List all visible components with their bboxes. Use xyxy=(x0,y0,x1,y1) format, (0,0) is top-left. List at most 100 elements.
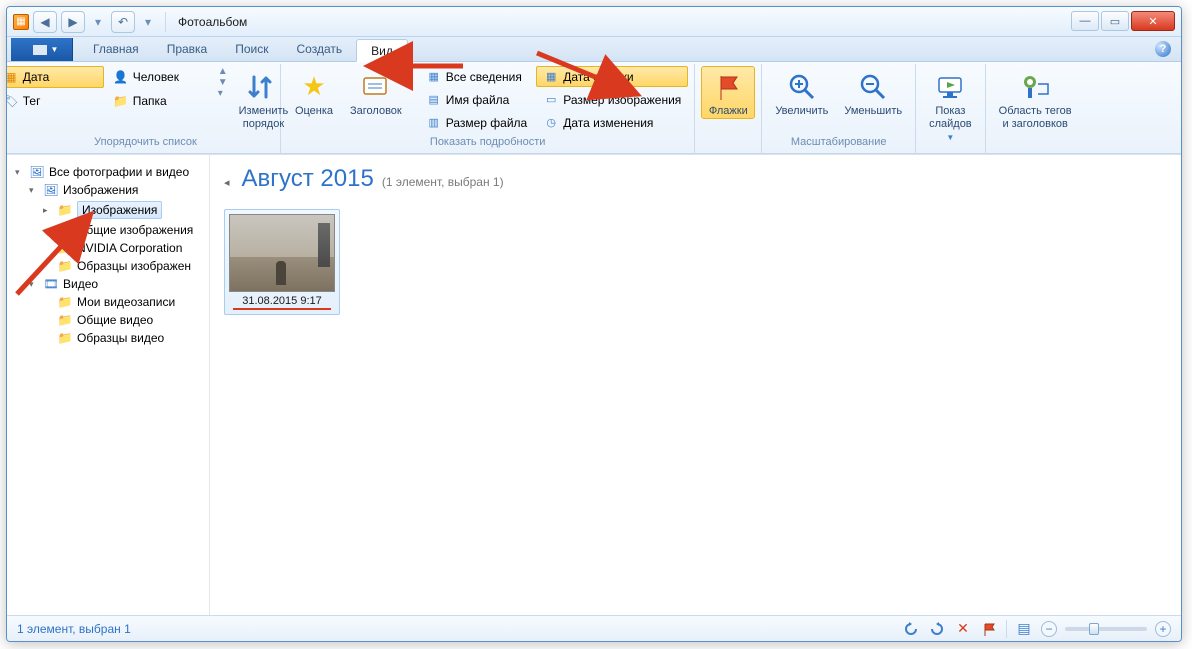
tree-images-sub[interactable]: ▸ 📁 Изображения xyxy=(15,199,209,221)
detail-filename[interactable]: ▤ Имя файла xyxy=(419,89,535,110)
zoom-in-button[interactable]: Увеличить xyxy=(768,66,835,119)
folder-icon: 📁 xyxy=(57,203,73,217)
tree-root-label: Все фотографии и видео xyxy=(49,165,189,179)
expand-icon: ▸ xyxy=(43,205,53,216)
gallery-icon: 🖼 xyxy=(29,165,45,179)
zoom-out-label: Уменьшить xyxy=(844,105,902,118)
detail-filesize-label: Размер файла xyxy=(446,116,528,130)
slideshow-button[interactable]: Показ слайдов ▼ xyxy=(922,66,979,144)
tab-edit[interactable]: Правка xyxy=(153,38,222,61)
zoom-out-small[interactable]: − xyxy=(1041,621,1057,637)
detail-image-size[interactable]: ▭ Размер изображения xyxy=(536,89,688,110)
rotate-right-button[interactable] xyxy=(928,620,946,638)
tag-area-label: Область тегов и заголовков xyxy=(999,105,1072,131)
tab-search[interactable]: Поиск xyxy=(221,38,282,61)
tag-area-button[interactable]: Область тегов и заголовков xyxy=(992,66,1079,132)
detail-all-info[interactable]: ▦ Все сведения xyxy=(419,66,535,87)
detail-datemod-label: Дата изменения xyxy=(563,116,653,130)
maximize-button[interactable]: ▭ xyxy=(1101,11,1129,31)
collapse-group-icon[interactable]: ◂ xyxy=(224,176,230,189)
detail-filesize[interactable]: ▥ Размер файла xyxy=(419,112,535,133)
tree-images[interactable]: ▾ 🖼 Изображения xyxy=(15,181,209,199)
grid-icon: ▦ xyxy=(426,69,442,85)
tree-shared-video[interactable]: 📁 Общие видео xyxy=(15,311,209,329)
file-icon: ▤ xyxy=(426,92,442,108)
tree-sample-images[interactable]: 📁 Образцы изображен xyxy=(15,257,209,275)
file-menu-button[interactable]: ▼ xyxy=(11,38,73,61)
arrange-by-date[interactable]: ▦ Дата xyxy=(6,66,104,88)
nav-back-button[interactable]: ◀ xyxy=(33,11,57,33)
folder-icon: 📁 xyxy=(57,331,73,345)
arrange-by-person[interactable]: 👤 Человек xyxy=(106,66,214,88)
arrange-by-tag[interactable]: 🏷 Тег xyxy=(6,90,104,112)
close-button[interactable]: ✕ xyxy=(1131,11,1175,31)
delete-button[interactable]: ✕ xyxy=(954,620,972,638)
tab-view[interactable]: Вид xyxy=(356,39,408,62)
tree-nvidia[interactable]: 📁 NVIDIA Corporation xyxy=(15,239,209,257)
detail-date-modified[interactable]: ◷ Дата изменения xyxy=(536,112,688,133)
zoom-slider[interactable] xyxy=(1065,627,1147,631)
flag-icon xyxy=(712,71,744,103)
slider-knob[interactable] xyxy=(1089,623,1099,635)
annotation-underline xyxy=(233,308,331,310)
zoom-in-label: Увеличить xyxy=(775,105,828,118)
caption-button[interactable]: Заголовок xyxy=(343,66,409,119)
tree-shared-images[interactable]: 📁 Общие изображения xyxy=(15,221,209,239)
undo-button[interactable]: ↶ xyxy=(111,11,135,33)
tree-images-label: Изображения xyxy=(63,183,138,197)
undo-dropdown[interactable]: ▾ xyxy=(139,11,157,33)
zoom-in-small[interactable]: + xyxy=(1155,621,1171,637)
tree-my-videos[interactable]: 📁 Мои видеозаписи xyxy=(15,293,209,311)
ribbon-group-slideshow: Показ слайдов ▼ xyxy=(916,64,986,154)
flag-toggle-button[interactable] xyxy=(980,620,998,638)
detail-date-taken[interactable]: ▦ Дата съемки xyxy=(536,66,688,87)
ribbon-tabs: ▼ Главная Правка Поиск Создать Вид ? xyxy=(7,37,1181,62)
dropdown-caret-icon: ▼ xyxy=(51,45,59,54)
details-view-button[interactable]: ▤ xyxy=(1015,620,1033,638)
caption-icon xyxy=(360,71,392,103)
details-group-label: Показать подробности xyxy=(430,136,545,148)
tree-video[interactable]: ▾ 🎞 Видео xyxy=(15,275,209,293)
ribbon-group-tagarea: Область тегов и заголовков xyxy=(986,64,1085,154)
rating-button[interactable]: ★ Оценка xyxy=(287,66,341,119)
zoom-out-icon xyxy=(857,71,889,103)
minimize-button[interactable]: — xyxy=(1071,11,1099,31)
tag-icon: 🏷 xyxy=(6,93,19,109)
tree-sample-video[interactable]: 📁 Образцы видео xyxy=(15,329,209,347)
calendar-small-icon: ▦ xyxy=(543,69,559,85)
tree-root[interactable]: ▾ 🖼 Все фотографии и видео xyxy=(15,163,209,181)
rotate-left-button[interactable] xyxy=(902,620,920,638)
nav-forward-button[interactable]: ▶ xyxy=(61,11,85,33)
help-button[interactable]: ? xyxy=(1155,41,1171,57)
folder-icon: 📁 xyxy=(57,313,73,327)
titlebar: ◀ ▶ ▾ ↶ ▾ Фотоальбом — ▭ ✕ xyxy=(7,7,1181,37)
arrange-tag-label: Тег xyxy=(23,94,41,108)
photo-thumbnail[interactable]: 31.08.2015 9:17 xyxy=(224,209,340,315)
arrange-by-folder[interactable]: 📁 Папка xyxy=(106,90,214,112)
status-bar: 1 элемент, выбран 1 ✕ ▤ − + xyxy=(7,615,1181,641)
expand-icon: ▾ xyxy=(29,185,39,196)
arrange-expand[interactable]: ▾ xyxy=(218,88,228,99)
tree-shared-label: Общие изображения xyxy=(77,223,193,237)
tree-video-label: Видео xyxy=(63,277,98,291)
window-controls: — ▭ ✕ xyxy=(1071,11,1175,31)
tree-myvid-label: Мои видеозаписи xyxy=(77,295,175,309)
arrange-scroll-up[interactable]: ▲ xyxy=(218,66,228,77)
zoom-in-icon xyxy=(786,71,818,103)
separator xyxy=(165,12,166,32)
folder-tree: ▾ 🖼 Все фотографии и видео ▾ 🖼 Изображен… xyxy=(7,155,210,615)
separator xyxy=(1006,620,1007,638)
tree-sample-img-label: Образцы изображен xyxy=(77,259,191,273)
expand-icon: ▾ xyxy=(15,167,25,178)
flags-label: Флажки xyxy=(709,105,748,118)
arrange-scroll-down[interactable]: ▼ xyxy=(218,77,228,88)
detail-filename-label: Имя файла xyxy=(446,93,510,107)
tab-main[interactable]: Главная xyxy=(79,38,153,61)
tree-nvidia-label: NVIDIA Corporation xyxy=(77,241,182,255)
ribbon-group-zoom: Увеличить Уменьшить Масштабирование xyxy=(762,64,916,154)
flags-button[interactable]: Флажки xyxy=(701,66,755,119)
nav-history-dropdown[interactable]: ▾ xyxy=(89,11,107,33)
tab-create[interactable]: Создать xyxy=(283,38,357,61)
zoom-out-button[interactable]: Уменьшить xyxy=(837,66,909,119)
caption-label: Заголовок xyxy=(350,105,402,118)
